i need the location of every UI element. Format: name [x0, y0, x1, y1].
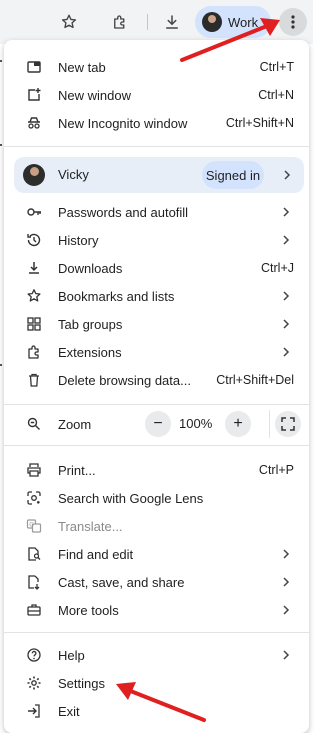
menu-item-label: Help	[58, 647, 85, 663]
star-icon[interactable]	[56, 9, 82, 35]
find-icon	[28, 547, 41, 561]
shortcut-label: Ctrl+N	[258, 88, 294, 102]
menu-item-more-tools[interactable]: More tools	[4, 596, 309, 624]
menu-item-find-edit[interactable]: Find and edit	[4, 540, 309, 568]
chevron-right-icon	[283, 549, 290, 559]
chrome-main-menu: New tab Ctrl+T New window Ctrl+N New Inc…	[4, 40, 309, 733]
menu-item-new-window[interactable]: New window Ctrl+N	[4, 81, 309, 109]
fullscreen-icon	[281, 417, 295, 431]
new-tab-icon	[27, 61, 41, 73]
annotation-arrow-bottom	[116, 682, 206, 722]
menu-item-label: New window	[58, 87, 131, 103]
chevron-right-icon	[283, 319, 290, 329]
toolbar-separator	[147, 14, 148, 30]
chevron-right-icon	[283, 347, 290, 357]
menu-item-delete-data[interactable]: Delete browsing data... Ctrl+Shift+Del	[4, 366, 309, 394]
avatar	[23, 164, 45, 186]
menu-item-help[interactable]: Help	[4, 641, 309, 669]
profile-name: Vicky	[58, 167, 89, 182]
chevron-right-icon	[283, 577, 290, 587]
menu-item-label: Extensions	[58, 344, 122, 360]
menu-item-incognito[interactable]: New Incognito window Ctrl+Shift+N	[4, 109, 309, 137]
signed-in-badge: Signed in	[202, 161, 264, 189]
shortcut-label: Ctrl+Shift+N	[225, 116, 294, 130]
exit-icon	[28, 704, 40, 718]
menu-item-passwords[interactable]: Passwords and autofill	[4, 198, 309, 226]
menu-item-label: Zoom	[58, 416, 92, 432]
menu-item-history[interactable]: History	[4, 226, 309, 254]
menu-item-label: Bookmarks and lists	[58, 288, 175, 304]
chevron-right-icon	[283, 291, 290, 301]
menu-item-print[interactable]: Print... Ctrl+P	[4, 456, 309, 484]
zoom-in-button[interactable]: +	[225, 411, 251, 437]
menu-item-label: History	[58, 232, 99, 248]
history-icon	[27, 233, 41, 247]
menu-item-label: Translate...	[58, 518, 123, 534]
menu-item-label: Cast, save, and share	[58, 574, 185, 590]
zoom-level: 100%	[179, 416, 213, 431]
zoom-out-label: −	[153, 415, 163, 432]
key-icon	[27, 208, 41, 216]
svg-text:G: G	[29, 521, 34, 528]
menu-item-label: Tab groups	[58, 316, 123, 332]
profile-row[interactable]: Vicky Signed in	[14, 157, 304, 193]
zoom-icon	[27, 417, 40, 430]
chevron-right-icon	[283, 605, 290, 615]
menu-item-label: Print...	[58, 462, 96, 478]
trash-icon	[29, 373, 39, 387]
shortcut-label: Ctrl+J	[261, 261, 294, 275]
zoom-separator	[269, 410, 270, 438]
menu-divider	[4, 404, 309, 405]
translate-icon: G	[26, 519, 42, 533]
chevron-right-icon	[284, 170, 291, 180]
menu-item-google-lens[interactable]: Search with Google Lens	[4, 484, 309, 512]
menu-item-label: Settings	[58, 675, 105, 691]
menu-item-label: Exit	[58, 703, 80, 719]
shortcut-label: Ctrl+Shift+Del	[216, 373, 294, 387]
menu-item-label: New Incognito window	[58, 115, 188, 131]
menu-item-cast-save-share[interactable]: Cast, save, and share	[4, 568, 309, 596]
new-window-icon	[28, 88, 41, 101]
google-lens-icon	[27, 491, 41, 505]
print-icon	[27, 463, 41, 477]
menu-item-translate: G Translate...	[4, 512, 309, 540]
menu-item-bookmarks[interactable]: Bookmarks and lists	[4, 282, 309, 310]
menu-item-downloads[interactable]: Downloads Ctrl+J	[4, 254, 309, 282]
menu-item-extensions[interactable]: Extensions	[4, 338, 309, 366]
star-icon	[27, 289, 41, 302]
extensions-icon[interactable]	[107, 9, 133, 35]
menu-item-label: Downloads	[58, 260, 123, 276]
fullscreen-button[interactable]	[275, 411, 301, 437]
download-icon	[29, 262, 39, 274]
chevron-right-icon	[283, 207, 290, 217]
chevron-right-icon	[283, 650, 290, 660]
help-icon	[27, 648, 41, 662]
shortcut-label: Ctrl+P	[258, 463, 294, 477]
menu-item-label: Delete browsing data...	[58, 372, 191, 388]
zoom-out-button[interactable]: −	[145, 411, 171, 437]
menu-item-label: New tab	[58, 59, 106, 75]
menu-divider	[4, 445, 309, 446]
cast-save-share-icon	[28, 575, 40, 590]
zoom-in-label: +	[233, 415, 243, 432]
menu-item-label: More tools	[58, 602, 119, 618]
menu-item-label: Search with Google Lens	[58, 490, 204, 506]
gear-icon	[27, 676, 41, 690]
menu-divider	[4, 632, 309, 633]
menu-item-tab-groups[interactable]: Tab groups	[4, 310, 309, 338]
menu-item-label: Passwords and autofill	[58, 204, 189, 220]
toolbox-icon	[27, 604, 41, 616]
chevron-right-icon	[283, 235, 290, 245]
tab-groups-icon	[27, 317, 41, 331]
menu-divider	[4, 146, 309, 147]
menu-item-label: Find and edit	[58, 546, 134, 562]
incognito-icon	[28, 117, 40, 129]
extensions-icon	[28, 345, 39, 359]
annotation-arrow-top	[180, 18, 280, 62]
